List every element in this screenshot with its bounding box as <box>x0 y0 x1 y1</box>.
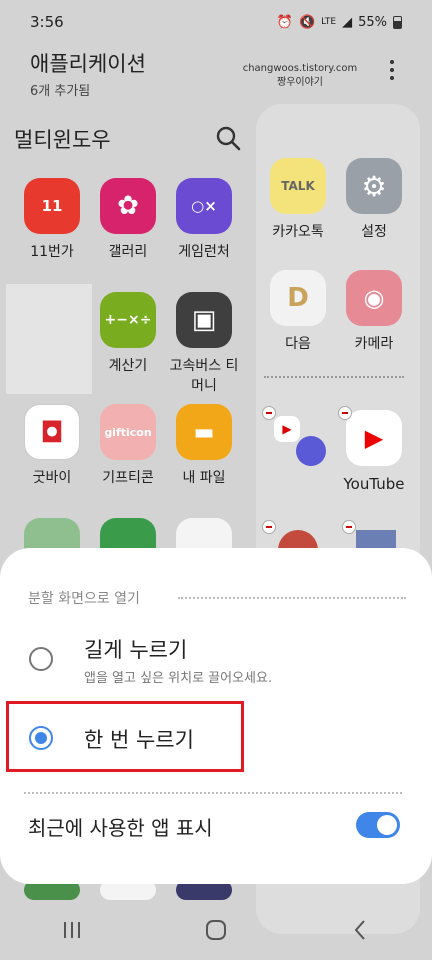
app-goodbye[interactable]: ◘ 굿바이 <box>12 404 92 488</box>
navigation-bar <box>0 900 432 960</box>
section-divider <box>178 597 406 599</box>
mail-icon <box>356 530 396 550</box>
samsung-internet-icon <box>296 436 326 466</box>
watermark-url: changwoos.tistory.com <box>242 63 358 74</box>
app-label: 고속버스 티머니 <box>169 358 239 394</box>
app-express-bus[interactable]: ▣ 고속버스 티머니 <box>164 292 244 396</box>
more-options-icon[interactable] <box>384 56 400 84</box>
app-game-launcher[interactable]: ○× 게임런처 <box>164 178 244 262</box>
recents-icon <box>64 922 80 938</box>
app-label: 내 파일 <box>182 470 226 486</box>
settings-icon: ⚙ <box>346 158 402 214</box>
remove-icon[interactable] <box>262 520 276 534</box>
goodbye-icon: ◘ <box>24 404 80 460</box>
app-label: 카카오톡 <box>272 224 324 240</box>
recent-apps-label: 최근에 사용한 앱 표시 <box>28 816 213 840</box>
gifticon-icon: gifticon <box>100 404 156 460</box>
app-11st[interactable]: 11 11번가 <box>12 178 92 262</box>
page-title: 애플리케이션 <box>30 52 146 76</box>
remove-icon[interactable] <box>338 406 352 420</box>
watermark-name: 짱우이야기 <box>277 77 323 88</box>
multiwindow-title: 멀티윈도우 <box>14 128 111 152</box>
back-button[interactable] <box>340 910 380 950</box>
remove-icon[interactable] <box>262 406 276 420</box>
youtube-small-icon: ▶ <box>274 416 300 442</box>
my-files-icon: ▬ <box>176 404 232 460</box>
home-icon <box>206 920 226 940</box>
long-press-label[interactable]: 길게 누르기 <box>84 634 187 664</box>
remove-icon[interactable] <box>342 520 356 534</box>
empty-app-slot <box>6 284 92 394</box>
app-label: 계산기 <box>108 358 148 374</box>
section-title: 분할 화면으로 열기 <box>28 591 140 607</box>
app-label: 게임런처 <box>178 244 230 260</box>
page-subtitle: 6개 추가됨 <box>30 84 91 99</box>
alarm-icon: ⏰ <box>276 14 293 30</box>
app-pair-group[interactable]: ▶ <box>262 406 332 470</box>
recent-apps-button[interactable] <box>52 910 92 950</box>
app-label: 갤러리 <box>108 244 148 260</box>
back-icon <box>354 920 365 940</box>
11st-icon: 11 <box>24 178 80 234</box>
battery-percent: 55% <box>358 14 387 30</box>
camera-icon: ◉ <box>346 270 402 326</box>
kakaotalk-icon: TALK <box>270 158 326 214</box>
toggle-knob <box>377 815 397 835</box>
split-screen-sheet: 분할 화면으로 열기 길게 누르기 앱을 열고 싶은 위치로 끌어오세요. 한 … <box>0 548 432 884</box>
game-launcher-icon: ○× <box>176 178 232 234</box>
highlight-box <box>6 701 244 772</box>
panel-app-youtube[interactable]: ▶ YouTube <box>334 406 414 494</box>
app-my-files[interactable]: ▬ 내 파일 <box>164 404 244 488</box>
mute-icon: 🔇 <box>298 14 316 30</box>
panel-app-daum[interactable]: D 다음 <box>258 270 338 354</box>
calculator-icon: +−×÷ <box>100 292 156 348</box>
app-gallery[interactable]: ✿ 갤러리 <box>88 178 168 262</box>
panel-divider <box>264 376 404 378</box>
panel-app-settings[interactable]: ⚙ 설정 <box>334 158 414 242</box>
status-time: 3:56 <box>30 13 64 31</box>
app-label: 설정 <box>361 224 387 240</box>
home-button[interactable] <box>196 910 236 950</box>
watermark: changwoos.tistory.com 짱우이야기 <box>240 62 360 90</box>
daum-icon: D <box>270 270 326 326</box>
app-calculator[interactable]: +−×÷ 계산기 <box>88 292 168 376</box>
status-bar: 3:56 ⏰ 🔇 LTE ◢ 55% <box>0 0 432 44</box>
app-label: YouTube <box>343 475 405 493</box>
signal-label: LTE <box>321 17 337 27</box>
panel-app-camera[interactable]: ◉ 카메라 <box>334 270 414 354</box>
panel-app-kakaotalk[interactable]: TALK 카카오톡 <box>258 158 338 242</box>
app-label: 카메라 <box>354 336 394 352</box>
app-label: 다음 <box>285 336 311 352</box>
youtube-icon: ▶ <box>346 410 402 466</box>
express-bus-icon: ▣ <box>176 292 232 348</box>
long-press-radio[interactable] <box>29 647 53 671</box>
app-gifticon[interactable]: gifticon 기프티콘 <box>88 404 168 488</box>
app-label: 기프티콘 <box>102 470 154 486</box>
app-label: 굿바이 <box>32 470 72 486</box>
battery-icon <box>393 15 402 29</box>
gallery-icon: ✿ <box>100 178 156 234</box>
status-icons: ⏰ 🔇 LTE ◢ 55% <box>277 15 402 30</box>
long-press-description: 앱을 열고 싶은 위치로 끌어오세요. <box>84 671 273 686</box>
recent-apps-toggle[interactable] <box>356 812 400 838</box>
signal-icon: ◢ <box>342 14 353 30</box>
app-label: 11번가 <box>30 244 74 260</box>
section-divider <box>24 792 402 794</box>
search-icon[interactable] <box>214 124 242 152</box>
